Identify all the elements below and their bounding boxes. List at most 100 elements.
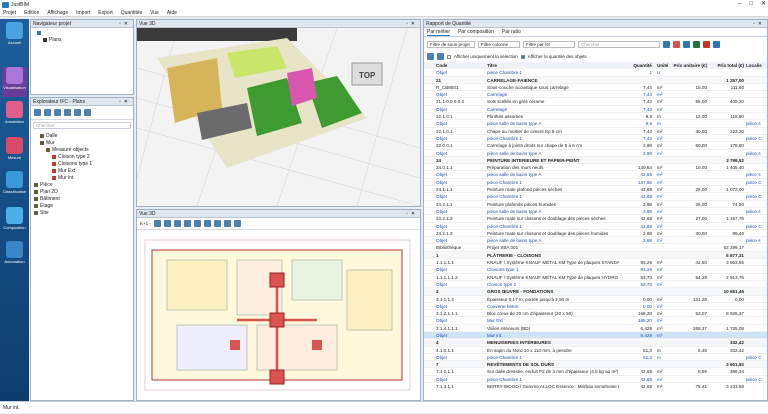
table-row[interactable]: Objet pièce salle de bains type A 9,9 m pièc… [424, 120, 767, 128]
table-row[interactable]: 21 CARRELAGE-FAIENCE 1 257,00 [424, 76, 767, 84]
table-row[interactable]: R_CB8001 Sous-couche acoustique sous carr… [424, 84, 767, 92]
table-row[interactable]: Objet Carrelage 7,44 m² [424, 106, 767, 114]
menu-import[interactable]: Import [76, 9, 90, 16]
sidebar-accueil[interactable]: Accueil [2, 22, 27, 52]
expand-icon[interactable] [54, 109, 61, 116]
select-icon[interactable] [193, 220, 201, 227]
table-row[interactable]: 22.1.0.1 Chape au mortier de ciment Ep 5 … [424, 128, 767, 135]
wall-handle[interactable] [269, 272, 285, 288]
ifc-tree-item[interactable]: Measure objects [34, 147, 130, 154]
ifc-tree-item[interactable]: Mur [34, 140, 130, 147]
tab-par-composition[interactable]: Par composition [458, 28, 494, 36]
menu-edition[interactable]: Edition [24, 9, 39, 16]
table-row[interactable]: Objet pièce Chambre 1 51,3 m pièce C [424, 354, 767, 362]
zoom-control[interactable]: K+1 - [140, 221, 151, 226]
table-row[interactable]: Objet pièce Chambre 1 42,88 m² pièce C [424, 223, 767, 230]
panel-controls[interactable]: ▫✕ [406, 20, 418, 28]
table-row[interactable]: Objet Cloison type 2 53,70 m² [424, 281, 767, 289]
ifc-tree-item[interactable]: Plan 2D [34, 189, 130, 196]
table-row[interactable]: 1.1.1.1.1.2 KNAUF / Système KNAUF MÉTAL K… [424, 274, 767, 281]
tree-view-icon[interactable] [34, 109, 41, 116]
panel-controls[interactable]: ▫✕ [119, 98, 131, 106]
table-row[interactable]: 1 PLÂTRERIE - CLOISONS 6 877,31 [424, 251, 767, 260]
collapse-icon[interactable] [64, 109, 71, 116]
table-row[interactable]: 24.2.1.3 Peinture mate sur cloisons et do… [424, 230, 767, 238]
table-row[interactable]: 22.0.0.1 Carrelage à joints droits sur ch… [424, 142, 767, 150]
tab-par-metier[interactable]: Par métier [427, 28, 451, 36]
panel-controls[interactable]: ▫✕ [753, 20, 765, 28]
table-row[interactable]: 24.1.1.1 Peinture mate plafond pièces sèc… [424, 186, 767, 194]
lot-filter[interactable]: Filtre par lot [523, 40, 575, 48]
table-row[interactable]: 3 GROS ŒUVRE - FONDATIONS 10 651,46 [424, 288, 767, 296]
menu-projet[interactable]: Projet [3, 9, 16, 16]
excel-export-icon[interactable] [693, 40, 700, 48]
sidebar-composition[interactable]: Composition [2, 207, 27, 237]
ifc-tree-item[interactable]: Site [34, 210, 130, 217]
wall-handle[interactable] [269, 369, 285, 385]
sidebar-mesure[interactable]: Mesure [2, 137, 27, 167]
column-filter[interactable]: Filtre colonne [478, 40, 520, 48]
wall-handle[interactable] [230, 340, 240, 350]
sidebar-annotation[interactable]: Annotation [2, 101, 27, 131]
table-row[interactable]: Objet pièce Chambre 1 7,44 m² pièce C [424, 135, 767, 143]
panel-controls[interactable]: ▫✕ [406, 210, 418, 218]
fit-icon[interactable] [203, 220, 211, 227]
table-row[interactable]: Objet Couverte béton 0,00 m² [424, 303, 767, 311]
area-icon[interactable] [183, 220, 191, 227]
sort-icon[interactable] [44, 109, 51, 116]
tree-root[interactable] [37, 30, 127, 37]
report-search-input[interactable]: Chercher [578, 40, 660, 48]
selection-only-checkbox[interactable] [447, 54, 451, 59]
ifc-tree-item[interactable]: Mur Ext [34, 168, 130, 175]
table-row[interactable]: 24 PEINTURE INTERIEURE ET PAPIER-PEINT 3 7… [424, 156, 767, 165]
collapse-all-icon[interactable] [683, 40, 690, 48]
table-row[interactable]: 7.1.3.1.1 BERRY-WOOD / Gamme ALLOC Essenc… [424, 383, 767, 388]
ifc-tree-item[interactable]: Cloison type 2 [34, 154, 130, 161]
3d-model-view[interactable]: TOP [137, 28, 420, 206]
menu-vue[interactable]: Vue [150, 9, 159, 16]
table-row[interactable]: Objet pièce salle de bains type A 42,88 m² p… [424, 171, 767, 179]
print-icon[interactable] [213, 220, 221, 227]
tree-item-plans[interactable]: Plans [37, 37, 127, 44]
table-row[interactable]: Objet pièce Chambre 1 42,88 m² pièce C [424, 376, 767, 384]
panel-controls[interactable]: ▫✕ [119, 20, 131, 28]
list-view-icon[interactable] [437, 53, 444, 60]
maximize-icon[interactable]: □ [749, 0, 753, 9]
settings-icon[interactable] [713, 40, 720, 48]
refresh-icon[interactable] [663, 40, 670, 48]
ifc-tree-item[interactable]: Étage [34, 203, 130, 210]
minimize-icon[interactable]: – [738, 0, 741, 9]
ifc-tree-item[interactable]: Dalle [34, 133, 130, 140]
2d-plan-view[interactable] [137, 230, 420, 400]
table-row[interactable]: 4 MENUISERIES INTÉRIEURES 332,42 [424, 339, 767, 347]
table-row[interactable]: 24.0.1.1 Préparation des murs neufs 140,54… [424, 164, 767, 172]
3d-toolbar[interactable] [137, 28, 297, 41]
ruler-icon[interactable] [163, 220, 171, 227]
measure-icon[interactable] [153, 220, 161, 227]
table-row[interactable]: Objet Mur int. 6,429 m³ [424, 331, 767, 340]
help-icon[interactable] [233, 220, 241, 227]
table-row[interactable]: Objet Mur Ext 168,20 m² [424, 317, 767, 325]
sidebar-classification[interactable]: Classification [2, 171, 27, 201]
table-row[interactable]: Objet pièce salle de bains type A 2,98 m² pi… [424, 208, 767, 216]
subproject-filter[interactable]: Filtre de sous-projet [427, 40, 475, 48]
table-row[interactable]: 22.1.0.1 Plinthes assorties 9,9 m 12,00 118,8… [424, 113, 767, 121]
pdf-export-icon[interactable] [703, 40, 710, 48]
wall-handle[interactable] [269, 312, 285, 328]
menu-quantites[interactable]: Quantités [121, 9, 142, 16]
ifc-search-input[interactable]: Chercher [33, 122, 131, 129]
table-row[interactable]: Objet Cloisons type 1 93,26 m² [424, 266, 767, 274]
table-row[interactable]: 7 REVÊTEMENTS DE SOL DURS 3 601,92 [424, 361, 767, 369]
ifc-tree-item[interactable]: Bâtiment [34, 196, 130, 203]
table-row[interactable]: Bibliothèque Projet SBA 001 52 299,17 [424, 244, 767, 252]
show-quantity-checkbox[interactable] [520, 54, 525, 59]
close-icon[interactable]: ✕ [761, 0, 766, 9]
table-row[interactable]: 3.1.1.1.2 Épaisseur 0,17 m, portée jusqu'… [424, 296, 767, 303]
ifc-tree-item[interactable]: Mur int. [34, 175, 130, 182]
ifc-tree-item[interactable]: Cloisons type 1 [34, 161, 130, 168]
settings-icon[interactable] [84, 109, 91, 116]
table-row[interactable]: 21.1.0.0.0.0.2 Sols scellés en grès céram… [424, 98, 767, 106]
menu-aide[interactable]: Aide [167, 9, 177, 16]
menu-export[interactable]: Export [98, 9, 112, 16]
table-row[interactable]: 4.1.0.1.1 En sapin du Nord 10 x 110 mm, à… [424, 347, 767, 354]
